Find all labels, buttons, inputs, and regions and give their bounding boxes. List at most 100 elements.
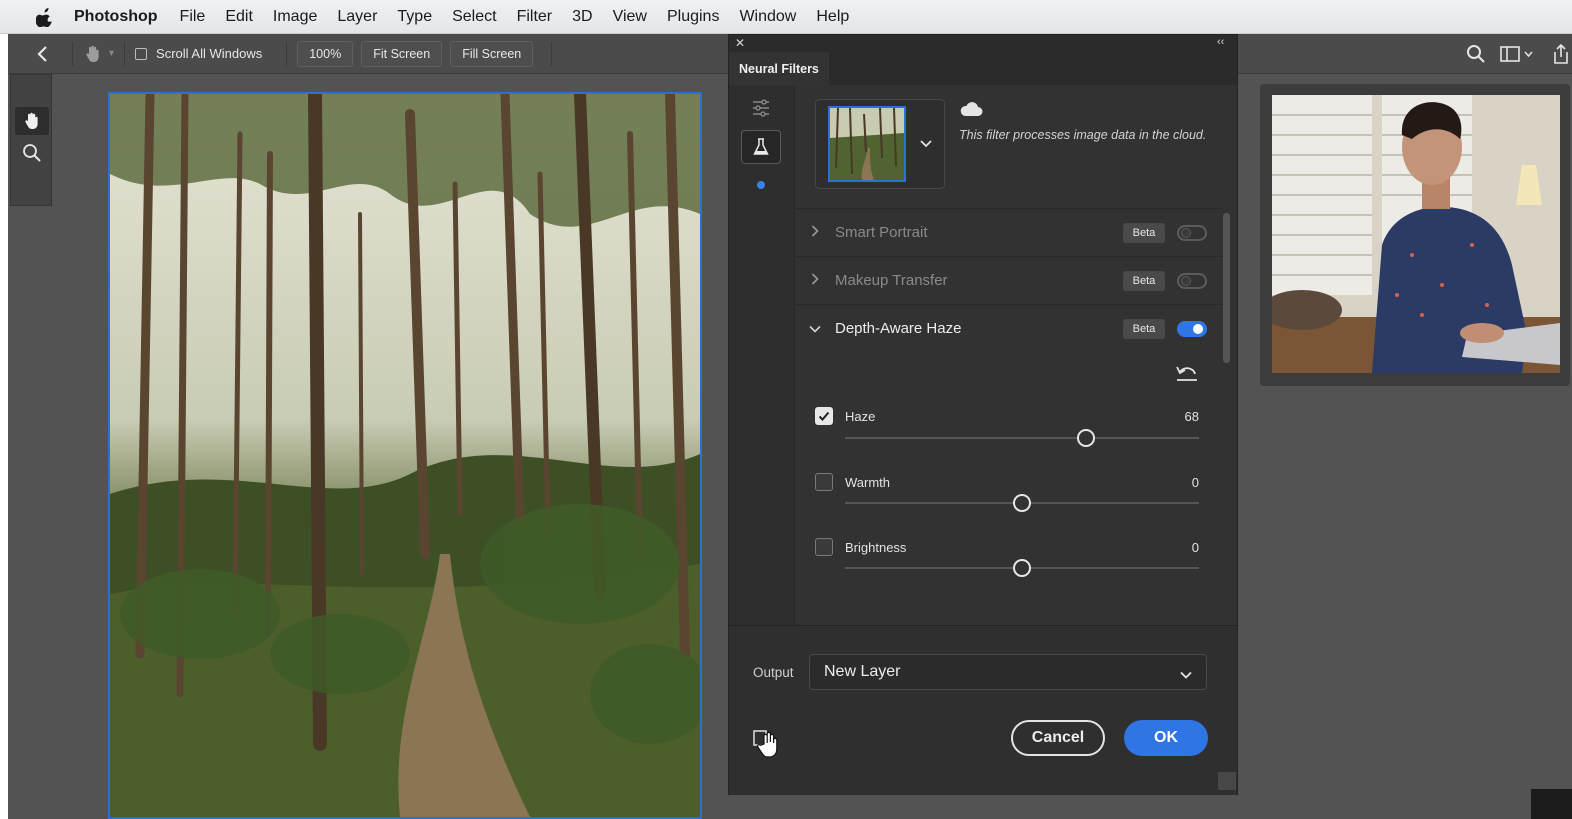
preview-thumbnail-selector[interactable] [815,99,945,189]
slider-thumb[interactable] [1013,494,1031,512]
zoom-100-button[interactable]: 100% [297,40,354,67]
tab-neural-filters[interactable]: Neural Filters [729,52,829,86]
forest-path-photo [110,94,700,817]
cancel-button[interactable]: Cancel [1011,720,1105,756]
cloud-processing-notice: This filter processes image data in the … [959,128,1207,142]
beta-badge: Beta [1123,222,1165,243]
slider-track[interactable] [845,437,1199,439]
filter-name: Depth-Aware Haze [835,320,962,337]
menu-3d[interactable]: 3D [572,8,592,26]
active-indicator-dot [757,181,765,189]
options-bar-right [1238,34,1572,74]
share-icon[interactable] [1552,43,1570,70]
apple-icon[interactable] [30,7,60,27]
tools-panel [10,74,52,206]
menu-layer[interactable]: Layer [337,8,377,26]
checkbox-brightness[interactable] [815,538,833,556]
filter-category-rail [729,85,795,625]
menu-help[interactable]: Help [816,8,849,26]
cloud-icon [959,101,983,122]
ok-button[interactable]: OK [1124,720,1208,756]
slider-label: Haze [845,409,876,424]
divider [551,41,553,66]
slider-label: Brightness [845,540,907,555]
filter-name: Smart Portrait [835,224,928,241]
filter-row-makeup-transfer[interactable]: Makeup Transfer Beta [795,256,1223,304]
app-name-menu[interactable]: Photoshop [74,8,158,26]
hand-tool-icon[interactable]: ▾ [83,44,114,64]
menu-window[interactable]: Window [739,8,796,26]
filter-toggle[interactable] [1177,320,1207,337]
search-icon[interactable] [1466,44,1486,69]
scrollbar[interactable] [1223,213,1230,363]
filter-row-smart-portrait[interactable]: Smart Portrait Beta [795,208,1223,256]
hand-icon [25,112,38,129]
preview-thumbnail[interactable] [828,106,906,182]
corner-badge [1531,789,1572,819]
fit-screen-button[interactable]: Fit Screen [361,40,443,67]
reset-icon[interactable] [1175,363,1199,388]
resize-grip[interactable] [1218,772,1236,790]
chevron-down-icon[interactable] [920,136,932,154]
chevron-down-icon[interactable] [795,320,835,338]
filter-toggle[interactable] [1177,224,1207,241]
flask-icon [753,138,769,155]
scroll-all-windows-label: Scroll All Windows [156,46,263,61]
menu-edit[interactable]: Edit [225,8,253,26]
neural-filters-panel: ✕ ‹‹ Neural Filters This filter processe… [728,34,1238,795]
checkmark-icon [818,411,830,421]
beta-badge: Beta [1123,318,1165,339]
chevron-down-icon [1180,667,1192,685]
filter-name: Makeup Transfer [835,272,948,289]
scroll-all-windows-checkbox[interactable]: Scroll All Windows [135,46,262,61]
compare-preview-icon[interactable] [753,728,787,769]
menu-bar: Photoshop File Edit Image Layer Type Sel… [0,0,1572,34]
divider [124,41,126,66]
photoshop-workspace: ▾ Scroll All Windows 100% Fit Screen Fil… [8,34,1572,819]
output-value: New Layer [824,663,901,680]
slider-value: 0 [1191,475,1199,490]
toggle-knob [1181,275,1191,286]
checkbox-warmth[interactable] [815,473,833,491]
slider-thumb[interactable] [1076,429,1095,447]
options-bar: ▾ Scroll All Windows 100% Fit Screen Fil… [8,34,728,74]
zoom-icon [23,144,41,162]
checkbox-box[interactable] [135,47,148,60]
chevron-right-icon[interactable] [795,272,835,290]
menu-select[interactable]: Select [452,8,496,26]
workspace-icon[interactable] [1500,45,1534,68]
menu-filter[interactable]: Filter [517,8,553,26]
hand-tool-button[interactable] [15,107,49,135]
divider [286,41,288,66]
collapse-panel-icon[interactable]: ‹‹ [1217,36,1224,48]
fill-screen-button[interactable]: Fill Screen [450,40,534,67]
menu-plugins[interactable]: Plugins [667,8,719,26]
slider-thumb[interactable] [1013,559,1031,577]
menu-type[interactable]: Type [397,8,432,26]
output-dropdown[interactable]: New Layer [809,654,1207,690]
filter-toggle[interactable] [1177,272,1207,289]
document-canvas[interactable] [108,92,702,819]
chevron-right-icon[interactable] [795,224,835,242]
toggle-knob [1193,323,1203,334]
webcam-overlay [1260,84,1570,386]
beta-filters-button[interactable] [741,130,781,164]
menu-view[interactable]: View [613,8,647,26]
presenter-video [1272,95,1560,373]
zoom-tool-button[interactable] [15,139,49,167]
filter-row-depth-aware-haze[interactable]: Depth-Aware Haze Beta [795,304,1223,352]
checkbox-haze[interactable] [815,407,833,425]
panel-footer: Output New Layer Cancel OK [729,625,1237,795]
slider-label: Warmth [845,475,891,490]
sliders-icon[interactable] [751,99,771,122]
slider-value: 0 [1191,540,1199,555]
back-icon[interactable] [22,45,62,63]
menu-image[interactable]: Image [273,8,317,26]
menu-file[interactable]: File [180,8,206,26]
divider [72,41,73,66]
beta-badge: Beta [1123,270,1165,291]
panel-header: ✕ ‹‹ Neural Filters [729,35,1237,86]
toggle-knob [1181,227,1191,238]
close-icon[interactable]: ✕ [735,36,745,50]
output-label: Output [753,665,794,680]
